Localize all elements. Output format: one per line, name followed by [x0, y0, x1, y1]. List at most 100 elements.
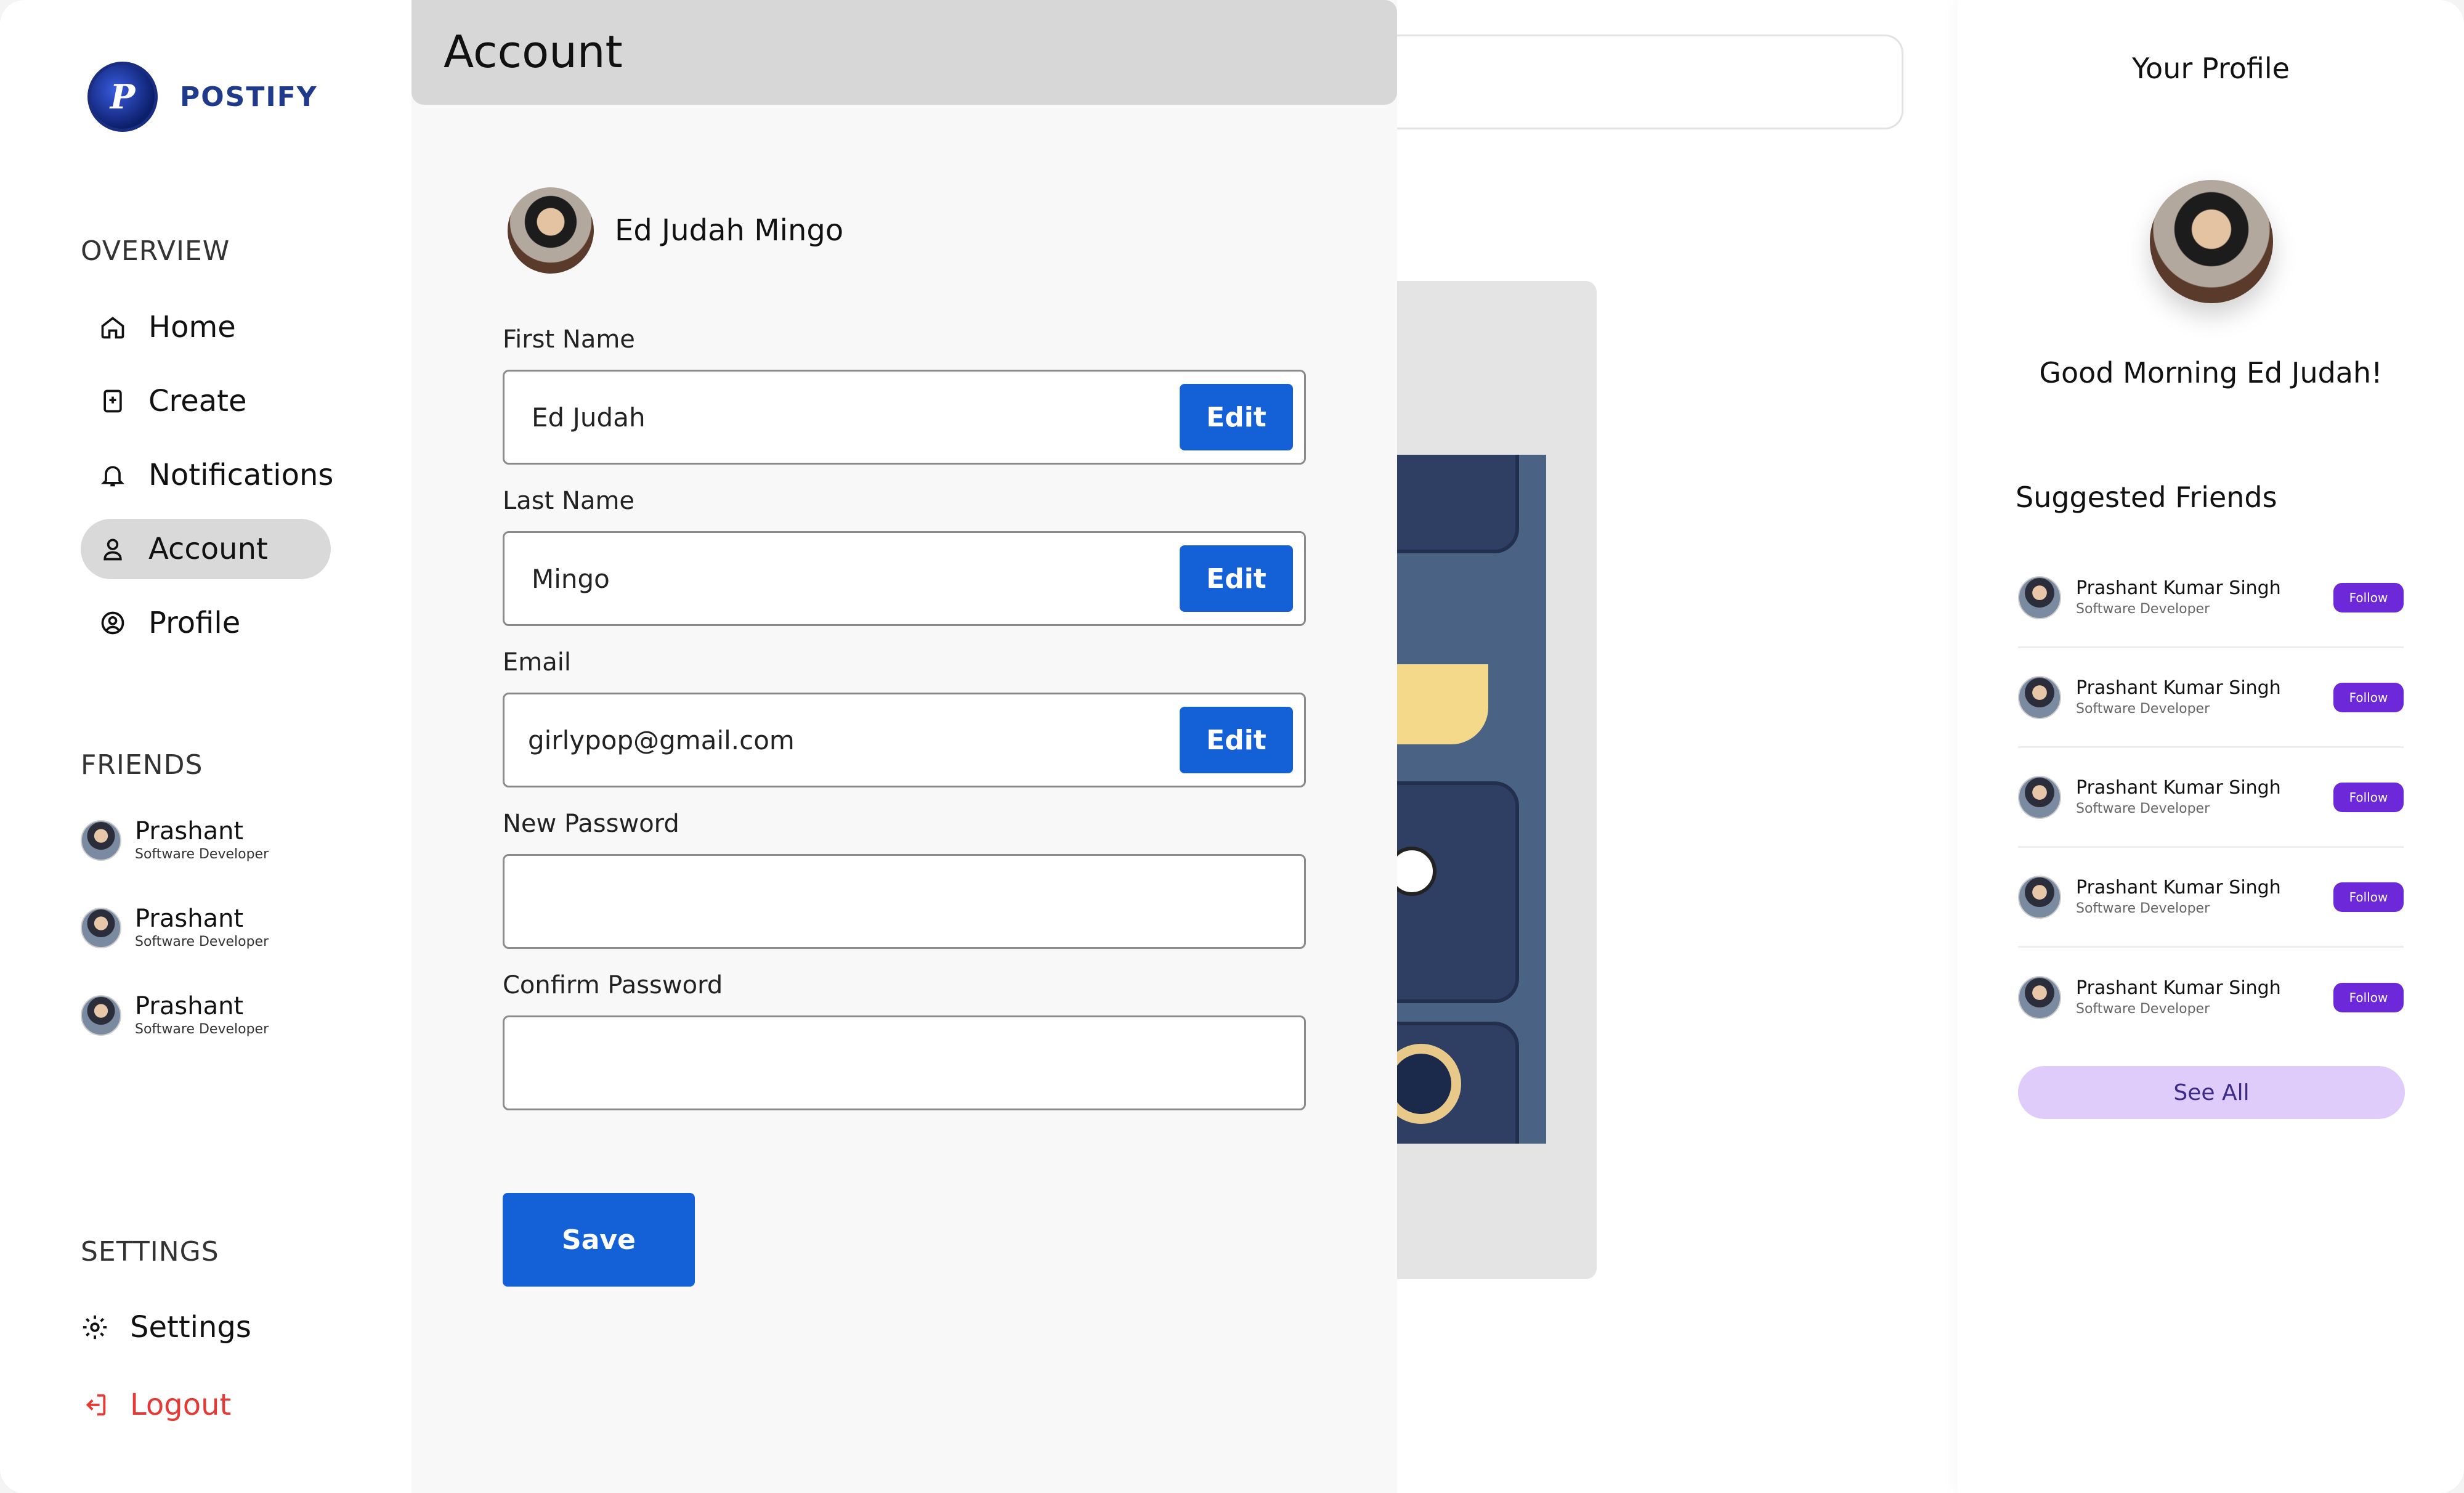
suggested-friend-role: Software Developer — [2076, 1001, 2210, 1017]
friend-item[interactable]: Prashant Software Developer — [81, 905, 269, 951]
settings-heading: SETTINGS — [81, 1236, 219, 1267]
brand-name: POSTIFY — [180, 81, 318, 113]
suggested-friend-name: Prashant Kumar Singh — [2076, 776, 2281, 799]
account-user-name: Ed Judah Mingo — [615, 213, 844, 248]
home-icon — [99, 314, 126, 341]
sidebar-item-label: Profile — [148, 606, 241, 640]
overview-heading: OVERVIEW — [81, 235, 230, 267]
sidebar-item-profile[interactable]: Profile — [81, 593, 331, 653]
first-name-value: Ed Judah — [532, 402, 646, 433]
new-password-label: New Password — [503, 810, 679, 838]
last-name-field[interactable]: Mingo Edit — [503, 531, 1306, 626]
sidebar-item-label: Create — [148, 384, 247, 418]
suggested-friend-name: Prashant Kumar Singh — [2076, 977, 2281, 999]
follow-button[interactable]: Follow — [2333, 582, 2404, 612]
avatar — [2018, 675, 2061, 719]
friend-name: Prashant — [135, 817, 244, 845]
avatar — [2018, 775, 2061, 819]
friends-heading: FRIENDS — [81, 749, 203, 781]
edit-last-name-button[interactable]: Edit — [1180, 545, 1293, 612]
first-name-field[interactable]: Ed Judah Edit — [503, 370, 1306, 465]
suggested-friend-row: Prashant Kumar Singh Software Developer … — [2018, 648, 2404, 748]
logout-button[interactable]: Logout — [81, 1388, 231, 1422]
suggested-friends-title: Suggested Friends — [2016, 481, 2277, 514]
suggested-friend-name: Prashant Kumar Singh — [2076, 577, 2281, 599]
sidebar-item-account[interactable]: Account — [81, 519, 331, 579]
postify-logo-icon: P — [87, 62, 158, 132]
brand[interactable]: P POSTIFY — [87, 62, 318, 132]
avatar — [2018, 976, 2061, 1019]
profile-avatar[interactable] — [2150, 180, 2273, 303]
suggested-friend-row: Prashant Kumar Singh Software Developer … — [2018, 948, 2404, 1048]
avatar — [2018, 576, 2061, 619]
new-password-field[interactable] — [503, 854, 1306, 949]
feed-search-bar[interactable] — [1355, 35, 1903, 129]
logout-icon — [81, 1391, 109, 1419]
friend-item[interactable]: Prashant Software Developer — [81, 992, 269, 1039]
follow-button[interactable]: Follow — [2333, 782, 2404, 812]
post-image-tile — [1396, 1022, 1519, 1144]
app-window: P POSTIFY OVERVIEW Home Create Notificat… — [0, 0, 2464, 1493]
bell-icon — [99, 462, 126, 489]
see-all-button[interactable]: See All — [2018, 1066, 2405, 1119]
settings-button[interactable]: Settings — [81, 1310, 251, 1345]
suggested-friend-name: Prashant Kumar Singh — [2076, 876, 2281, 898]
follow-button[interactable]: Follow — [2333, 682, 2404, 712]
sidebar: P POSTIFY OVERVIEW Home Create Notificat… — [0, 0, 411, 1493]
avatar — [2018, 875, 2061, 919]
sidebar-item-label: Notifications — [148, 458, 334, 492]
first-name-label: First Name — [503, 325, 635, 354]
avatar — [81, 908, 121, 948]
sidebar-item-label: Home — [148, 310, 236, 344]
post-image — [1396, 455, 1546, 1144]
friend-role: Software Developer — [135, 934, 269, 950]
settings-label: Settings — [130, 1310, 251, 1345]
edit-email-button[interactable]: Edit — [1180, 707, 1293, 773]
suggested-friend-role: Software Developer — [2076, 900, 2210, 916]
friend-name: Prashant — [135, 992, 244, 1020]
profile-circle-icon — [99, 609, 126, 637]
account-modal-header: Account — [411, 0, 1397, 105]
edit-first-name-button[interactable]: Edit — [1180, 384, 1293, 450]
email-label: Email — [503, 648, 571, 677]
friend-item[interactable]: Prashant Software Developer — [81, 817, 269, 864]
suggested-friend-role: Software Developer — [2076, 601, 2210, 617]
follow-button[interactable]: Follow — [2333, 983, 2404, 1012]
post-image-tile — [1396, 455, 1519, 553]
last-name-value: Mingo — [532, 563, 610, 594]
avatar — [508, 187, 594, 274]
friend-role: Software Developer — [135, 1022, 269, 1037]
create-icon — [99, 388, 126, 415]
confirm-password-field[interactable] — [503, 1015, 1306, 1110]
suggested-friend-name: Prashant Kumar Singh — [2076, 677, 2281, 699]
astronaut-icon — [1396, 847, 1437, 896]
friend-name: Prashant — [135, 905, 244, 933]
sidebar-item-home[interactable]: Home — [81, 297, 331, 357]
confirm-password-label: Confirm Password — [503, 971, 723, 999]
logout-label: Logout — [130, 1388, 232, 1422]
suggested-friend-role: Software Developer — [2076, 800, 2210, 816]
sidebar-item-notifications[interactable]: Notifications — [81, 445, 334, 505]
email-value: girlypop@gmail.com — [528, 725, 795, 755]
cheese-icon — [1396, 664, 1488, 744]
page-title: Account — [444, 26, 623, 78]
sidebar-item-create[interactable]: Create — [81, 371, 331, 431]
suggested-friend-row: Prashant Kumar Singh Software Developer … — [2018, 848, 2404, 948]
account-user-header: Ed Judah Mingo — [508, 187, 843, 274]
email-field[interactable]: girlypop@gmail.com Edit — [503, 693, 1306, 787]
account-modal: Account Ed Judah Mingo First Name Ed Jud… — [411, 0, 1397, 1493]
last-name-label: Last Name — [503, 487, 635, 515]
user-icon — [99, 535, 126, 563]
suggested-friend-role: Software Developer — [2076, 701, 2210, 717]
suggested-friend-row: Prashant Kumar Singh Software Developer … — [2018, 548, 2404, 648]
save-button[interactable]: Save — [503, 1193, 695, 1287]
follow-button[interactable]: Follow — [2333, 882, 2404, 912]
friend-role: Software Developer — [135, 847, 269, 862]
avatar — [81, 820, 121, 861]
sidebar-item-label: Account — [148, 532, 268, 566]
ring-icon — [1396, 1044, 1461, 1124]
suggested-friend-row: Prashant Kumar Singh Software Developer … — [2018, 748, 2404, 848]
post-image-tile — [1396, 781, 1519, 1003]
avatar — [81, 995, 121, 1036]
your-profile-title: Your Profile — [2132, 52, 2290, 85]
